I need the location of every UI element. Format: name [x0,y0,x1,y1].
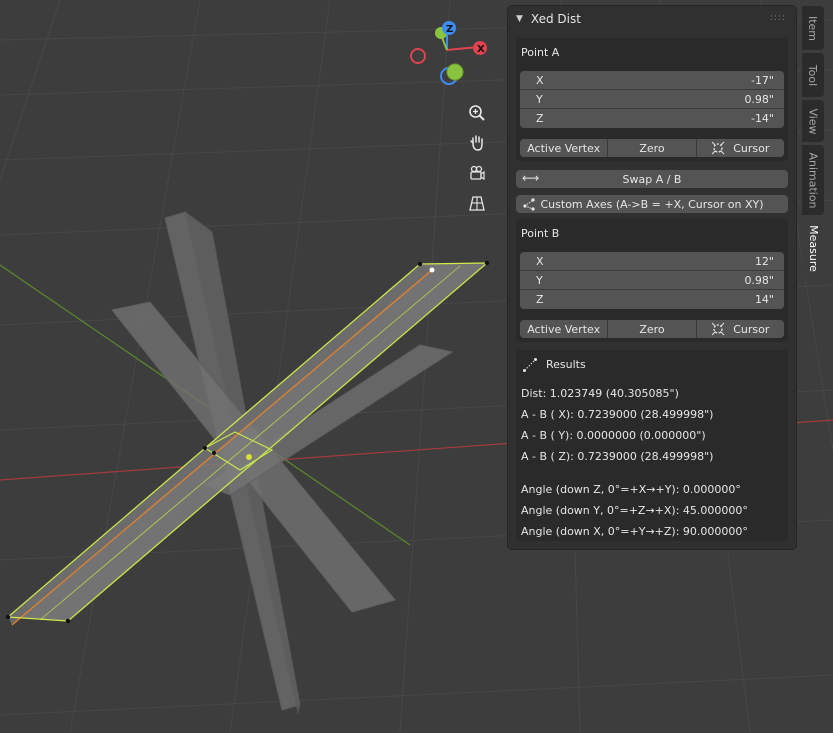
tab-animation[interactable]: Animation [802,145,824,215]
zoom-icon [469,105,485,121]
point-a-z-field[interactable]: Z -14" [520,109,784,128]
neg-y-axis-icon[interactable] [446,63,464,81]
perspective-toggle-button[interactable] [463,190,491,216]
x-axis-label: X [477,44,485,55]
field-label: X [536,254,544,268]
pan-button[interactable] [463,130,491,156]
result-dist: Dist: 1.023749 (40.305085") [521,387,679,400]
field-value: 0.98" [744,273,774,287]
swap-ab-button[interactable]: ⟷ Swap A / B [516,170,788,188]
tab-measure[interactable]: Measure [802,218,824,278]
xed-dist-panel: ▼ Xed Dist :::: Point A X -17" Y 0.98" Z… [508,6,796,549]
point-a-x-field[interactable]: X -17" [520,71,784,90]
field-value: 12" [754,254,774,268]
hand-pan-icon [470,135,483,151]
swap-arrows-icon: ⟷ [522,171,540,185]
result-angle-x: Angle (down X, 0°=+Y→+Z): 90.000000° [521,525,748,538]
camera-icon [470,165,485,181]
point-b-zero-button[interactable]: Zero [608,320,697,338]
tab-label: Item [806,15,820,41]
point-a-y-field[interactable]: Y 0.98" [520,90,784,109]
tab-item[interactable]: Item [802,6,824,50]
custom-axes-icon [523,198,535,211]
point-a-title: Point A [521,46,560,59]
point-b-z-field[interactable]: Z 14" [520,290,784,309]
point-b-fields: X 12" Y 0.98" Z 14" [520,252,784,309]
cursor-label: Cursor [733,141,770,155]
drag-grip-icon[interactable]: :::: [770,13,786,23]
custom-axes-label: Custom Axes (A->B = +X, Cursor on XY) [540,197,764,211]
panel-title: Xed Dist [530,12,581,26]
collapse-arrow-icon[interactable]: ▼ [516,14,523,24]
field-label: Y [536,92,543,106]
result-ab-z: A - B ( Z): 0.7239000 (28.499998") [521,450,714,463]
measure-icon [523,358,537,372]
point-b-cursor-button[interactable]: Cursor [696,320,784,338]
result-angle-y: Angle (down Y, 0°=+Z→+X): 45.000000° [521,504,748,517]
field-label: X [536,73,544,87]
point-a-fields: X -17" Y 0.98" Z -14" [520,71,784,128]
swap-label: Swap A / B [622,172,682,186]
custom-axes-button[interactable]: Custom Axes (A->B = +X, Cursor on XY) [516,195,788,213]
field-label: Z [536,293,544,306]
point-b-y-field[interactable]: Y 0.98" [520,271,784,290]
cursor-icon [711,141,725,155]
tab-label: Animation [806,151,820,209]
grid-perspective-icon [469,196,485,211]
field-label: Y [536,273,543,287]
point-a-box: Point A X -17" Y 0.98" Z -14" Active Ver… [516,38,788,161]
field-value: 0.98" [744,92,774,106]
cursor-label: Cursor [733,322,770,336]
point-b-x-field[interactable]: X 12" [520,252,784,271]
point-b-title: Point B [521,227,560,240]
result-ab-x: A - B ( X): 0.7239000 (28.499998") [521,408,714,421]
panel-header[interactable]: ▼ Xed Dist :::: [508,6,796,32]
point-b-active-vertex-button[interactable]: Active Vertex [520,320,609,338]
point-a-zero-button[interactable]: Zero [608,139,697,157]
result-angle-z: Angle (down Z, 0°=+X→+Y): 0.000000° [521,483,741,496]
point-b-buttons: Active Vertex Zero Cursor [520,320,784,338]
result-ab-y: A - B ( Y): 0.0000000 (0.000000") [521,429,706,442]
field-value: -17" [750,73,774,87]
zoom-button[interactable] [463,100,491,126]
point-a-cursor-button[interactable]: Cursor [696,139,784,157]
field-value: 14" [754,293,774,306]
tab-label: Tool [806,64,820,86]
tab-view[interactable]: View [802,100,824,142]
field-label: Z [536,112,544,125]
point-a-active-vertex-button[interactable]: Active Vertex [520,139,609,157]
z-axis-label: Z [446,24,453,35]
results-title: Results [546,358,586,371]
cursor-icon [711,322,725,336]
field-value: -14" [750,112,774,125]
tab-label: Measure [806,224,820,272]
tab-label: View [806,107,820,135]
point-b-box: Point B X 12" Y 0.98" Z 14" Active Verte… [516,219,788,342]
point-a-buttons: Active Vertex Zero Cursor [520,139,784,157]
tab-tool[interactable]: Tool [802,53,824,97]
camera-view-button[interactable] [463,160,491,186]
results-box: Results Dist: 1.023749 (40.305085") A - … [516,350,788,541]
